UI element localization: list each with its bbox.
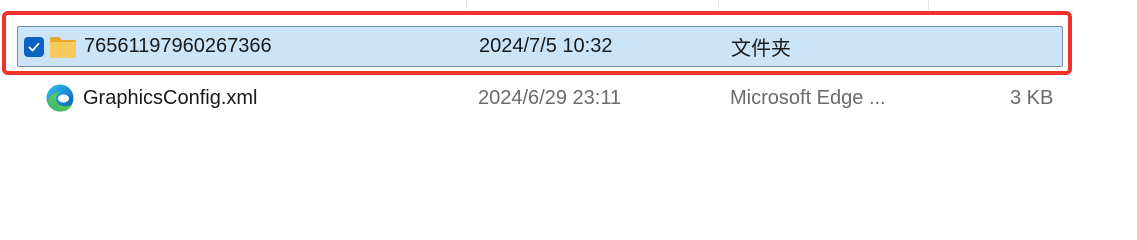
highlight-annotation (2, 11, 1072, 75)
file-name: GraphicsConfig.xml (83, 87, 258, 109)
column-divider (718, 0, 719, 10)
file-date-modified: 2024/6/29 23:11 (478, 87, 622, 109)
file-type: Microsoft Edge ... (730, 87, 886, 109)
column-divider (466, 0, 467, 10)
column-divider (928, 0, 929, 10)
file-size: 3 KB (1010, 87, 1054, 109)
edge-icon (45, 83, 75, 113)
file-row-xml[interactable]: GraphicsConfig.xml 2024/6/29 23:11 Micro… (17, 78, 1063, 119)
file-list: 76561197960267366 2024/7/5 10:32 文件夹 Gra… (0, 0, 1137, 201)
